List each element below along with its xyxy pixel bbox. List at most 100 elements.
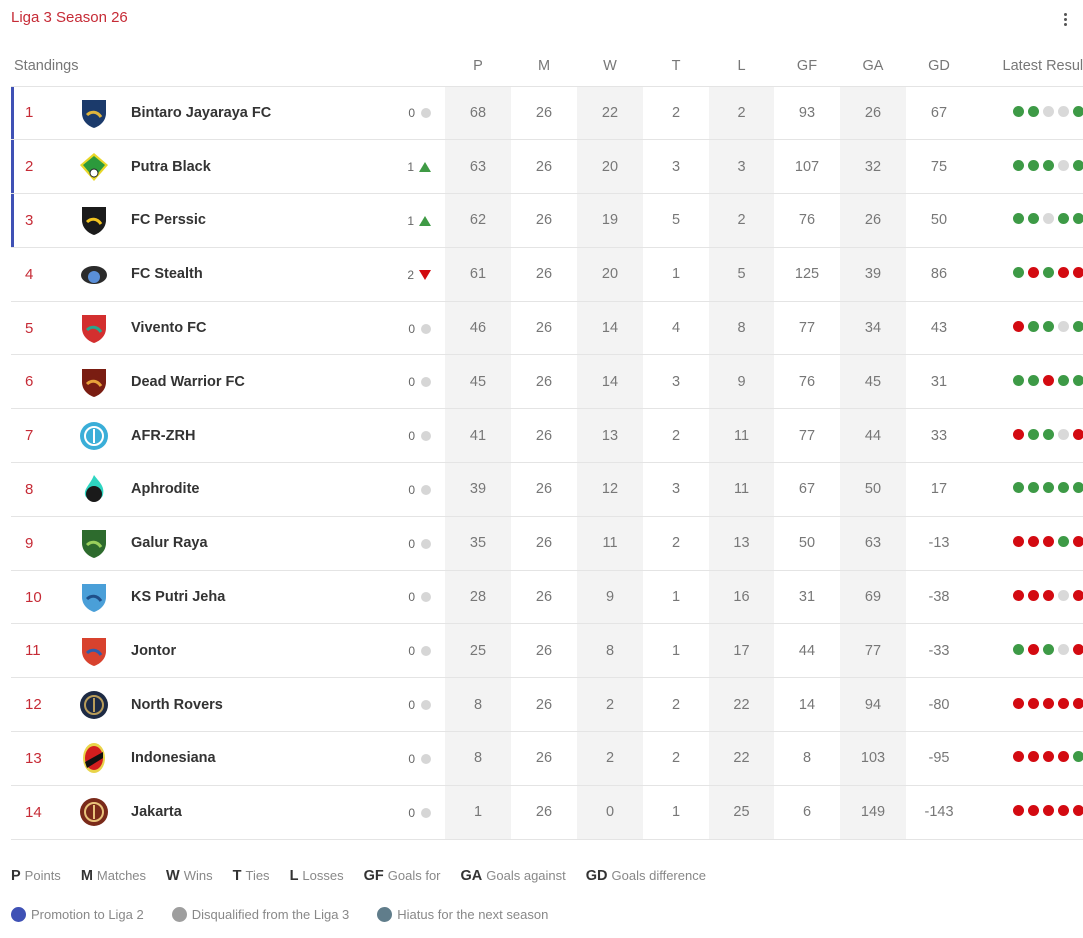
table-row[interactable]: 5 Vivento FC 0 46 26 14 4 8 77 34 43 xyxy=(11,301,1083,355)
result-win-icon[interactable] xyxy=(1013,213,1024,225)
result-loss-icon[interactable] xyxy=(1028,697,1039,709)
result-loss-icon[interactable] xyxy=(1043,697,1054,709)
team-name[interactable]: Indonesiana xyxy=(127,732,317,786)
team-name[interactable]: Jakarta xyxy=(127,785,317,839)
result-draw-icon[interactable] xyxy=(1043,105,1054,117)
result-loss-icon[interactable] xyxy=(1013,697,1024,709)
result-draw-icon[interactable] xyxy=(1058,159,1069,171)
team-crest[interactable] xyxy=(61,355,127,409)
table-row[interactable]: 14 Jakarta 0 1 26 0 1 25 6 149 -143 xyxy=(11,785,1083,840)
team-crest[interactable] xyxy=(61,624,127,678)
team-crest[interactable] xyxy=(61,194,127,248)
result-win-icon[interactable] xyxy=(1058,482,1069,494)
result-loss-icon[interactable] xyxy=(1028,643,1039,655)
team-crest[interactable] xyxy=(61,570,127,624)
result-win-icon[interactable] xyxy=(1028,428,1039,440)
result-win-icon[interactable] xyxy=(1073,321,1083,333)
team-name[interactable]: Vivento FC xyxy=(127,301,317,355)
result-win-icon[interactable] xyxy=(1073,213,1083,225)
team-name[interactable]: AFR-ZRH xyxy=(127,409,317,463)
team-name[interactable]: FC Perssic xyxy=(127,194,317,248)
result-loss-icon[interactable] xyxy=(1028,751,1039,763)
result-draw-icon[interactable] xyxy=(1058,590,1069,602)
result-draw-icon[interactable] xyxy=(1058,428,1069,440)
team-crest[interactable] xyxy=(61,247,127,301)
team-name[interactable]: North Rovers xyxy=(127,678,317,732)
team-crest[interactable] xyxy=(61,409,127,463)
team-name[interactable]: Galur Raya xyxy=(127,516,317,570)
result-loss-icon[interactable] xyxy=(1013,751,1024,763)
team-name[interactable]: Jontor xyxy=(127,624,317,678)
team-crest[interactable] xyxy=(61,140,127,194)
result-loss-icon[interactable] xyxy=(1058,697,1069,709)
result-loss-icon[interactable] xyxy=(1028,805,1039,817)
result-loss-icon[interactable] xyxy=(1073,590,1083,602)
result-win-icon[interactable] xyxy=(1028,482,1039,494)
result-win-icon[interactable] xyxy=(1058,213,1069,225)
table-row[interactable]: 6 Dead Warrior FC 0 45 26 14 3 9 76 45 31 xyxy=(11,354,1083,409)
result-loss-icon[interactable] xyxy=(1073,267,1083,279)
result-win-icon[interactable] xyxy=(1073,482,1083,494)
result-win-icon[interactable] xyxy=(1028,159,1039,171)
team-crest[interactable] xyxy=(61,732,127,786)
table-row[interactable]: 1 Bintaro Jayaraya FC 0 68 26 22 2 2 93 26 67 xyxy=(11,86,1083,140)
result-win-icon[interactable] xyxy=(1013,643,1024,655)
table-row[interactable]: 4 FC Stealth 2 61 26 20 1 5 125 39 86 xyxy=(11,247,1083,302)
result-loss-icon[interactable] xyxy=(1058,267,1069,279)
result-win-icon[interactable] xyxy=(1043,428,1054,440)
table-row[interactable]: 12 North Rovers 0 8 26 2 2 22 14 94 -80 xyxy=(11,677,1083,732)
team-name[interactable]: Bintaro Jayaraya FC xyxy=(127,86,317,140)
more-options-button[interactable] xyxy=(1058,9,1072,29)
table-row[interactable]: 9 Galur Raya 0 35 26 11 2 13 50 63 -13 xyxy=(11,516,1083,571)
result-loss-icon[interactable] xyxy=(1013,590,1024,602)
table-row[interactable]: 3 FC Perssic 1 62 26 19 5 2 76 26 50 xyxy=(11,193,1083,248)
result-loss-icon[interactable] xyxy=(1013,321,1024,333)
result-win-icon[interactable] xyxy=(1013,374,1024,386)
result-loss-icon[interactable] xyxy=(1013,536,1024,548)
result-loss-icon[interactable] xyxy=(1028,536,1039,548)
result-loss-icon[interactable] xyxy=(1013,805,1024,817)
result-win-icon[interactable] xyxy=(1058,374,1069,386)
result-loss-icon[interactable] xyxy=(1028,590,1039,602)
table-row[interactable]: 13 Indonesiana 0 8 26 2 2 22 8 103 -95 xyxy=(11,731,1083,786)
result-win-icon[interactable] xyxy=(1073,751,1083,763)
result-loss-icon[interactable] xyxy=(1013,428,1024,440)
result-win-icon[interactable] xyxy=(1013,105,1024,117)
team-name[interactable]: Putra Black xyxy=(127,140,317,194)
result-win-icon[interactable] xyxy=(1043,482,1054,494)
result-draw-icon[interactable] xyxy=(1058,643,1069,655)
result-win-icon[interactable] xyxy=(1013,159,1024,171)
result-loss-icon[interactable] xyxy=(1043,751,1054,763)
result-win-icon[interactable] xyxy=(1028,105,1039,117)
result-win-icon[interactable] xyxy=(1013,482,1024,494)
result-loss-icon[interactable] xyxy=(1073,428,1083,440)
result-win-icon[interactable] xyxy=(1043,321,1054,333)
team-crest[interactable] xyxy=(61,516,127,570)
result-loss-icon[interactable] xyxy=(1073,643,1083,655)
result-loss-icon[interactable] xyxy=(1028,267,1039,279)
result-draw-icon[interactable] xyxy=(1043,213,1054,225)
result-win-icon[interactable] xyxy=(1073,159,1083,171)
result-loss-icon[interactable] xyxy=(1073,805,1083,817)
result-loss-icon[interactable] xyxy=(1043,374,1054,386)
result-win-icon[interactable] xyxy=(1073,105,1083,117)
result-win-icon[interactable] xyxy=(1028,321,1039,333)
table-row[interactable]: 10 KS Putri Jeha 0 28 26 9 1 16 31 69 -38 xyxy=(11,570,1083,624)
table-row[interactable]: 8 Aphrodite 0 39 26 12 3 11 67 50 17 xyxy=(11,462,1083,517)
team-name[interactable]: Dead Warrior FC xyxy=(127,355,317,409)
table-row[interactable]: 11 Jontor 0 25 26 8 1 17 44 77 -33 xyxy=(11,623,1083,678)
table-row[interactable]: 2 Putra Black 1 63 26 20 3 3 107 32 75 xyxy=(11,139,1083,194)
result-win-icon[interactable] xyxy=(1073,374,1083,386)
team-name[interactable]: Aphrodite xyxy=(127,463,317,517)
team-crest[interactable] xyxy=(61,301,127,355)
result-loss-icon[interactable] xyxy=(1043,590,1054,602)
result-win-icon[interactable] xyxy=(1058,536,1069,548)
team-name[interactable]: FC Stealth xyxy=(127,247,317,301)
result-loss-icon[interactable] xyxy=(1073,697,1083,709)
result-win-icon[interactable] xyxy=(1028,213,1039,225)
result-loss-icon[interactable] xyxy=(1043,805,1054,817)
team-crest[interactable] xyxy=(61,86,127,140)
result-draw-icon[interactable] xyxy=(1058,321,1069,333)
result-loss-icon[interactable] xyxy=(1058,805,1069,817)
team-crest[interactable] xyxy=(61,463,127,517)
